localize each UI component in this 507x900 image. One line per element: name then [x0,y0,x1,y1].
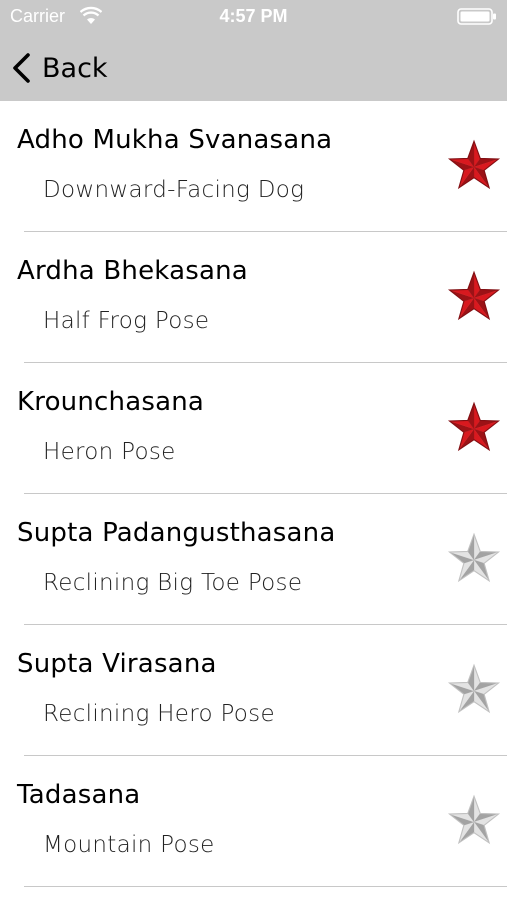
star-icon[interactable] [446,401,502,457]
pose-sanskrit-name: Tadasana [17,780,141,810]
row-divider [24,886,507,887]
status-time: 4:57 PM [219,6,288,26]
list-item[interactable]: Adho Mukha Svanasana Downward-Facing Dog [0,101,507,232]
pose-english-name: Downward-Facing Dog [43,177,305,203]
list-item[interactable]: Supta Padangusthasana Reclining Big Toe … [0,494,507,625]
pose-sanskrit-name: Supta Padangusthasana [17,518,336,548]
pose-english-name: Reclining Big Toe Pose [43,570,303,596]
status-bar: Carrier 4:57 PM [0,0,507,34]
list-item[interactable]: Tadasana Mountain Pose [0,756,507,887]
list-item[interactable]: Krounchasana Heron Pose [0,363,507,494]
pose-english-name: Half Frog Pose [43,308,210,334]
pose-sanskrit-name: Supta Virasana [17,649,217,679]
pose-english-name: Mountain Pose [43,832,215,858]
pose-sanskrit-name: Ardha Bhekasana [17,256,248,286]
chevron-left-icon [13,53,30,83]
pose-english-name: Reclining Hero Pose [43,701,275,727]
back-button[interactable]: Back [10,48,130,88]
star-icon[interactable] [446,794,502,850]
pose-list: Adho Mukha Svanasana Downward-Facing Dog… [0,101,507,887]
pose-english-name: Heron Pose [43,439,176,465]
pose-sanskrit-name: Adho Mukha Svanasana [17,125,333,155]
star-icon[interactable] [446,139,502,195]
list-item[interactable]: Ardha Bhekasana Half Frog Pose [0,232,507,363]
battery-icon [457,8,496,25]
star-icon[interactable] [446,663,502,719]
star-icon[interactable] [446,532,502,588]
navigation-header: Carrier 4:57 PM Back [0,0,507,101]
pose-sanskrit-name: Krounchasana [17,387,205,417]
star-icon[interactable] [446,270,502,326]
list-item[interactable]: Supta Virasana Reclining Hero Pose [0,625,507,756]
back-label: Back [42,52,108,84]
